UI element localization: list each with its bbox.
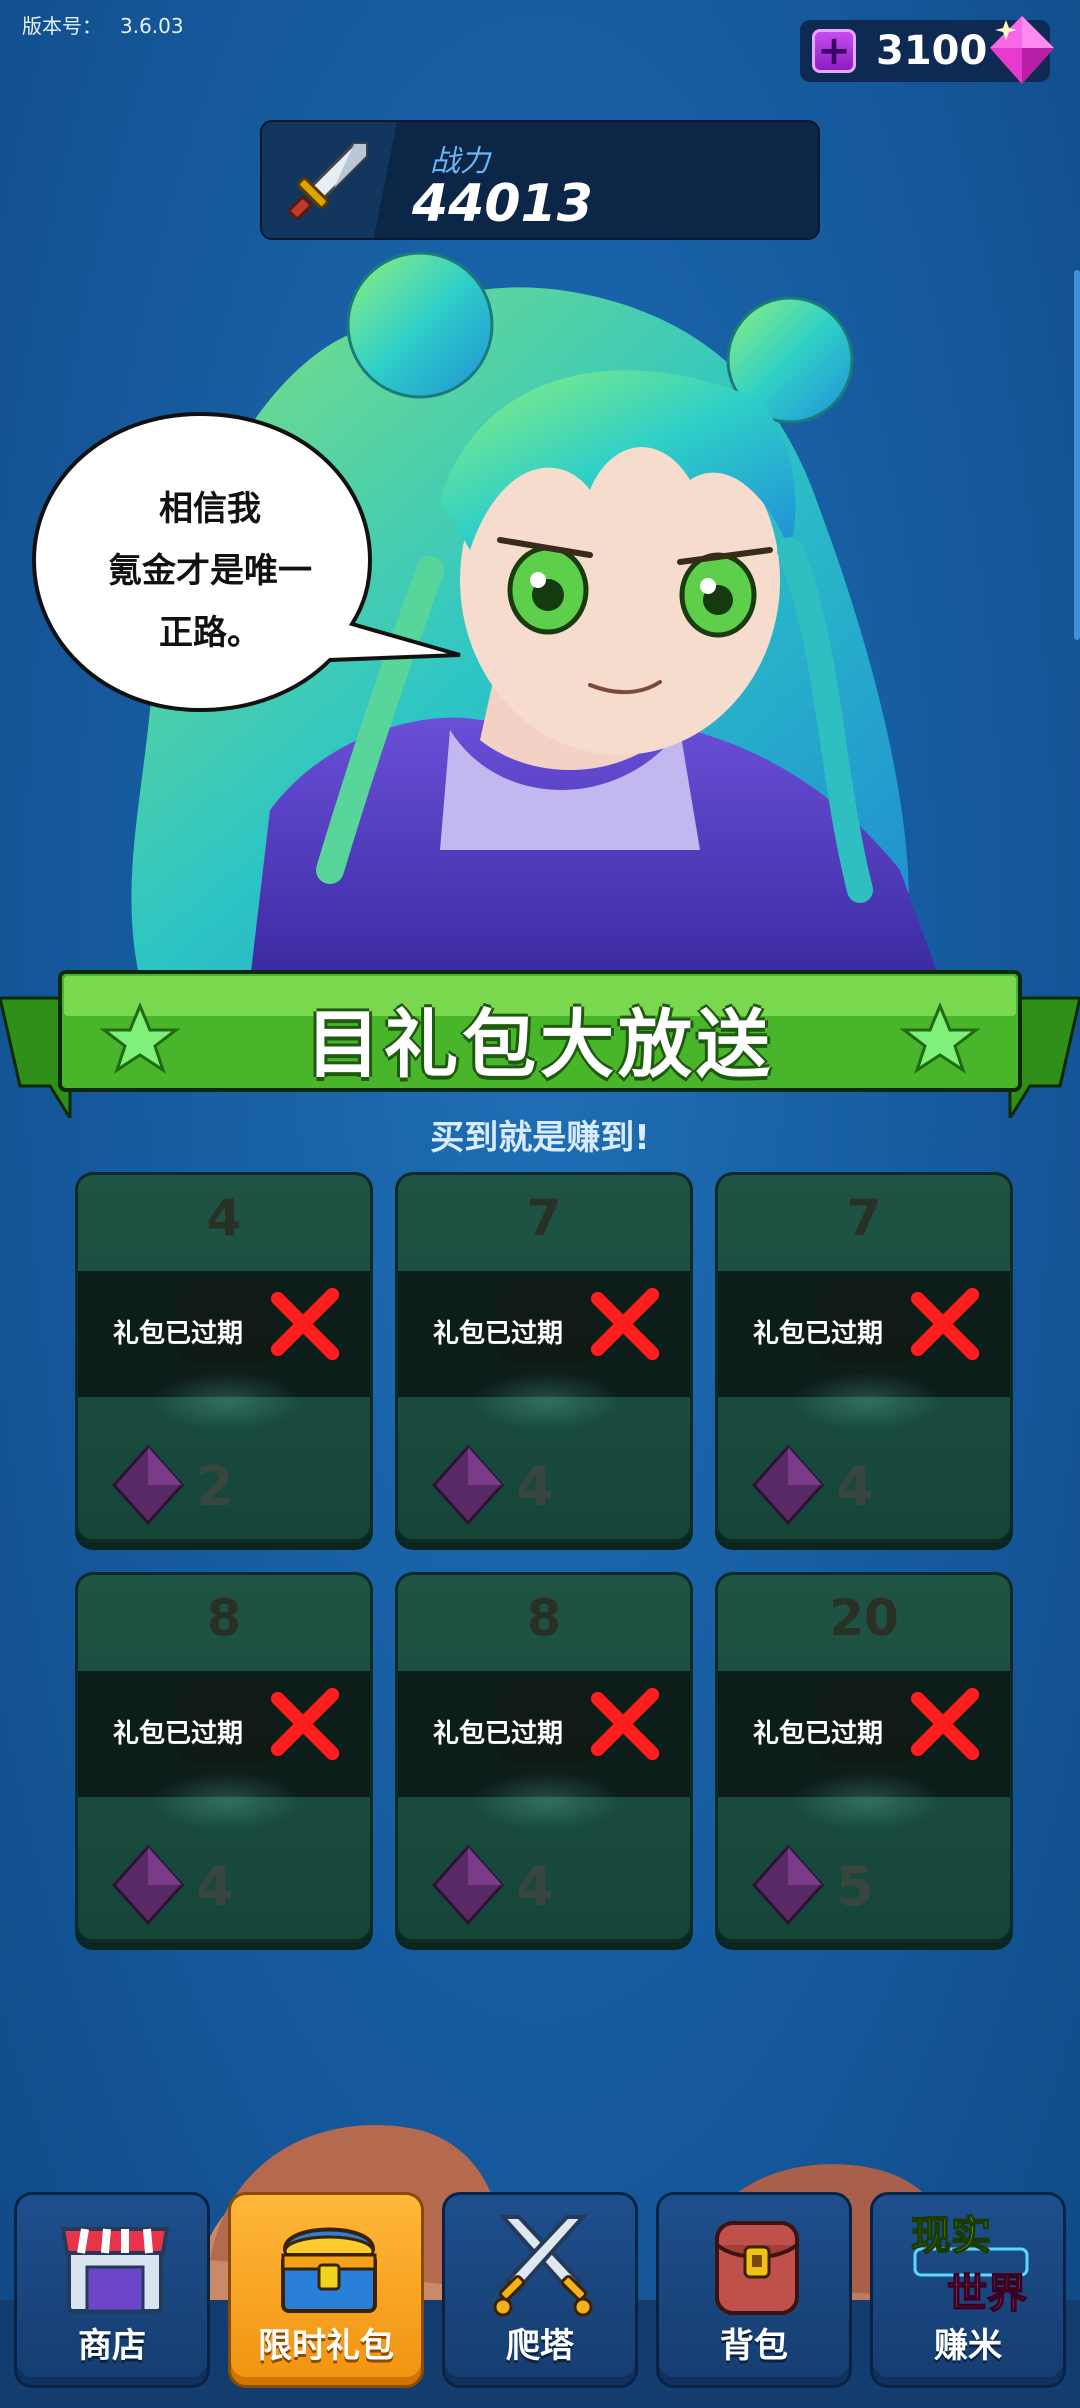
gem-icon bbox=[751, 1444, 825, 1526]
version-label: 版本号： bbox=[22, 14, 102, 38]
expired-label: 礼包已过期 bbox=[113, 1319, 244, 1349]
banner-subtitle: 买到就是赚到! bbox=[430, 1118, 650, 1158]
expired-label: 礼包已过期 bbox=[433, 1319, 564, 1349]
pack-price: 5 bbox=[836, 1855, 874, 1918]
gift-pack-card[interactable]: 20 礼包已过期 5 bbox=[715, 1572, 1013, 1942]
expired-label: 礼包已过期 bbox=[113, 1719, 244, 1749]
sword-icon bbox=[288, 142, 368, 220]
expired-x-icon bbox=[590, 1287, 660, 1361]
expired-x-icon bbox=[910, 1687, 980, 1761]
gem-icon bbox=[751, 1844, 825, 1926]
expired-label: 礼包已过期 bbox=[753, 1719, 884, 1749]
speech-line-3: 正路。 bbox=[159, 613, 261, 653]
expired-label: 礼包已过期 bbox=[753, 1319, 884, 1349]
gem-count: 3100 bbox=[876, 28, 988, 74]
power-value: 44013 bbox=[412, 174, 593, 234]
bottom-nav: 商店 限时礼包 爬塔 背包 现实 世界 赚米 bbox=[14, 2192, 1066, 2392]
gem-icon bbox=[431, 1844, 505, 1926]
nav-label-backpack: 背包 bbox=[720, 2326, 788, 2366]
nav-limited-gift[interactable]: 限时礼包 bbox=[228, 2192, 424, 2388]
gift-pack-card[interactable]: 7 礼包已过期 4 bbox=[715, 1172, 1013, 1542]
expired-x-icon bbox=[270, 1287, 340, 1361]
gift-pack-card[interactable]: 8 礼包已过期 4 bbox=[395, 1572, 693, 1942]
nav-label-shop: 商店 bbox=[78, 2326, 146, 2366]
nav-shop[interactable]: 商店 bbox=[14, 2192, 210, 2388]
gift-pack-card[interactable]: 4 礼包已过期 2 bbox=[75, 1172, 373, 1542]
expired-label: 礼包已过期 bbox=[433, 1719, 564, 1749]
speech-line-2: 氪金才是唯一 bbox=[108, 551, 312, 591]
pack-price: 4 bbox=[516, 1455, 554, 1518]
crossed-swords-icon bbox=[493, 2215, 593, 2317]
pack-price: 2 bbox=[196, 1455, 234, 1518]
banner-title: 目礼包大放送 bbox=[306, 1002, 774, 1088]
nav-backpack[interactable]: 背包 bbox=[656, 2192, 852, 2388]
pack-price: 4 bbox=[196, 1855, 234, 1918]
real-world-text-2: 世界 bbox=[947, 2271, 1027, 2317]
nav-label-tower: 爬塔 bbox=[506, 2326, 574, 2366]
nav-label-earn: 赚米 bbox=[934, 2326, 1002, 2366]
treasure-chest-icon bbox=[281, 2227, 377, 2313]
nav-tower[interactable]: 爬塔 bbox=[442, 2192, 638, 2388]
pack-number: 7 bbox=[526, 1189, 562, 1247]
pack-number: 20 bbox=[829, 1589, 899, 1647]
gem-icon bbox=[111, 1844, 185, 1926]
gem-icon bbox=[431, 1444, 505, 1526]
version-info: 版本号： 3.6.03 bbox=[22, 10, 184, 39]
expired-x-icon bbox=[590, 1687, 660, 1761]
pack-number: 7 bbox=[846, 1189, 882, 1247]
expired-x-icon bbox=[270, 1687, 340, 1761]
gift-pack-card[interactable]: 7 礼包已过期 4 bbox=[395, 1172, 693, 1542]
shop-icon bbox=[60, 2227, 170, 2313]
pack-price: 4 bbox=[836, 1455, 874, 1518]
speech-line-1: 相信我 bbox=[159, 489, 261, 529]
pack-number: 8 bbox=[206, 1589, 242, 1647]
gem-icon bbox=[990, 16, 1054, 84]
pack-price: 4 bbox=[516, 1855, 554, 1918]
speech-bubble: 相信我 氪金才是唯一 正路。 bbox=[30, 410, 461, 720]
pack-number: 8 bbox=[526, 1589, 562, 1647]
gem-icon bbox=[111, 1444, 185, 1526]
gem-balance: + 3100 bbox=[800, 16, 1054, 84]
real-world-text-1: 现实 bbox=[911, 2213, 991, 2259]
gift-pack-card[interactable]: 8 礼包已过期 4 bbox=[75, 1572, 373, 1942]
real-world-icon: 现实 世界 bbox=[911, 2212, 1029, 2318]
backpack-icon bbox=[715, 2221, 799, 2315]
nav-earn[interactable]: 现实 世界 赚米 bbox=[870, 2192, 1066, 2388]
version-value: 3.6.03 bbox=[120, 14, 184, 38]
expired-x-icon bbox=[910, 1287, 980, 1361]
nav-label-limited-gift: 限时礼包 bbox=[258, 2326, 394, 2366]
combat-power-panel: 战力 44013 bbox=[260, 120, 820, 240]
add-gems-button[interactable]: + bbox=[812, 29, 856, 73]
pack-number: 4 bbox=[206, 1189, 242, 1247]
